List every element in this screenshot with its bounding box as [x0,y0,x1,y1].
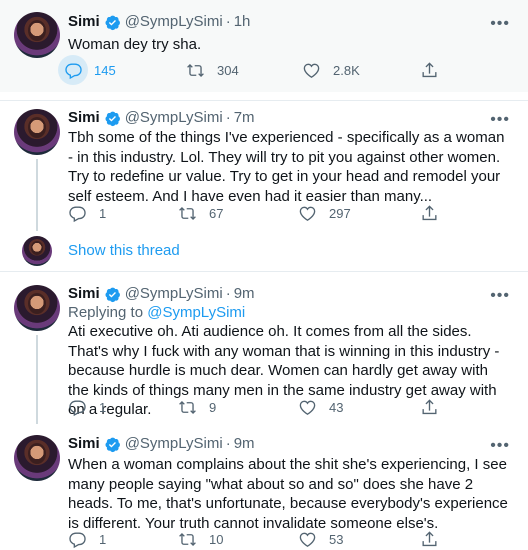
retweet-button[interactable]: 10 [178,527,223,550]
retweet-icon [178,398,197,417]
thread-line [36,159,38,231]
retweet-icon [178,530,197,549]
tweet-time[interactable]: 9m [234,284,255,304]
show-thread-link[interactable]: Show this thread [68,242,180,259]
tweet-actions: 145 304 2.8K [58,55,444,85]
like-button[interactable]: 297 [298,201,351,225]
reply-button[interactable]: 145 [58,55,116,85]
reply-count: 1 [99,205,107,221]
like-icon [298,398,317,417]
like-count: 43 [329,399,344,415]
retweet-icon [178,204,197,223]
avatar[interactable] [14,12,60,58]
author-handle[interactable]: @SympLySimi [125,108,223,128]
tweet-time[interactable]: 1h [234,12,251,32]
retweet-button[interactable]: 67 [178,201,223,225]
author-name[interactable]: Simi [68,284,100,304]
retweet-count: 9 [209,399,217,415]
author-name[interactable]: Simi [68,434,100,454]
retweet-count: 67 [209,205,224,221]
retweet-count: 10 [209,531,224,547]
tweet-actions: 1 67 297 [64,201,444,225]
show-thread-row[interactable]: Show this thread [0,232,528,270]
separator-dot: · [225,13,231,30]
tweet-actions: 1 10 53 [64,527,444,550]
reply-count: 1 [99,531,107,547]
separator-dot: · [225,435,231,452]
verified-badge-icon [104,436,121,453]
reply-button[interactable]: 1 [68,395,106,419]
like-button[interactable]: 53 [298,527,343,550]
tweet-text: When a woman complains about the shit sh… [68,456,508,532]
share-button[interactable] [420,201,439,225]
retweet-count: 304 [217,62,239,78]
like-button[interactable]: 43 [298,395,343,419]
more-icon[interactable]: ••• [490,438,510,454]
share-button[interactable] [420,58,439,82]
like-button[interactable]: 2.8K [302,58,360,82]
tweet-text: Woman dey try sha. [68,36,202,53]
avatar[interactable] [22,236,52,266]
tweet-2[interactable]: Simi @SympLySimi · 7m ••• Tbh some of th… [0,101,528,231]
like-icon [298,530,317,549]
reply-icon [68,530,87,549]
like-icon [298,204,317,223]
share-icon [420,398,439,417]
reply-button[interactable]: 1 [68,201,106,225]
tweet-3[interactable]: Simi @SympLySimi · 9m ••• Replying to @S… [0,272,528,424]
reply-icon [64,61,83,80]
separator-dot: · [225,109,231,126]
tweet-header: Simi @SympLySimi · 9m [68,284,255,304]
replying-to: Replying to @SympLySimi [68,303,245,323]
author-name[interactable]: Simi [68,12,100,32]
avatar[interactable] [14,435,60,481]
retweet-button[interactable]: 9 [178,395,216,419]
tweet-header: Simi @SympLySimi · 7m [68,108,255,128]
tweet-time[interactable]: 9m [234,434,255,454]
more-icon[interactable]: ••• [490,112,510,128]
tweet-header: Simi @SympLySimi · 1h [68,12,250,32]
verified-badge-icon [104,286,121,303]
tweet-time[interactable]: 7m [234,108,255,128]
like-icon [302,61,321,80]
share-icon [420,530,439,549]
reply-count: 1 [99,399,107,415]
avatar[interactable] [14,109,60,155]
reply-icon [68,204,87,223]
more-icon[interactable]: ••• [490,288,510,304]
author-handle[interactable]: @SympLySimi [125,434,223,454]
avatar[interactable] [14,285,60,331]
share-icon [420,61,439,80]
reply-count: 145 [94,62,116,78]
tweet-header: Simi @SympLySimi · 9m [68,434,255,454]
author-name[interactable]: Simi [68,108,100,128]
verified-badge-icon [104,110,121,127]
like-count: 53 [329,531,344,547]
retweet-button[interactable]: 304 [186,58,239,82]
reply-button[interactable]: 1 [68,527,106,550]
separator-dot: · [225,285,231,302]
more-icon[interactable]: ••• [490,16,510,32]
share-icon [420,204,439,223]
share-button[interactable] [420,395,439,419]
like-count: 297 [329,205,351,221]
verified-badge-icon [104,14,121,31]
author-handle[interactable]: @SympLySimi [125,284,223,304]
reply-icon [68,398,87,417]
tweet-4[interactable]: Simi @SympLySimi · 9m ••• When a woman c… [0,422,528,550]
replying-mention-link[interactable]: @SympLySimi [147,304,245,321]
author-handle[interactable]: @SympLySimi [125,12,223,32]
tweet-actions: 1 9 43 [64,395,444,419]
tweet-text: Tbh some of the things I've experienced … [68,129,505,205]
thread-line [36,335,38,424]
tweet-1[interactable]: Simi @SympLySimi · 1h ••• Woman dey try … [0,0,528,92]
retweet-icon [186,61,205,80]
share-button[interactable] [420,527,439,550]
replying-prefix: Replying to [68,304,148,321]
like-count: 2.8K [333,62,360,78]
